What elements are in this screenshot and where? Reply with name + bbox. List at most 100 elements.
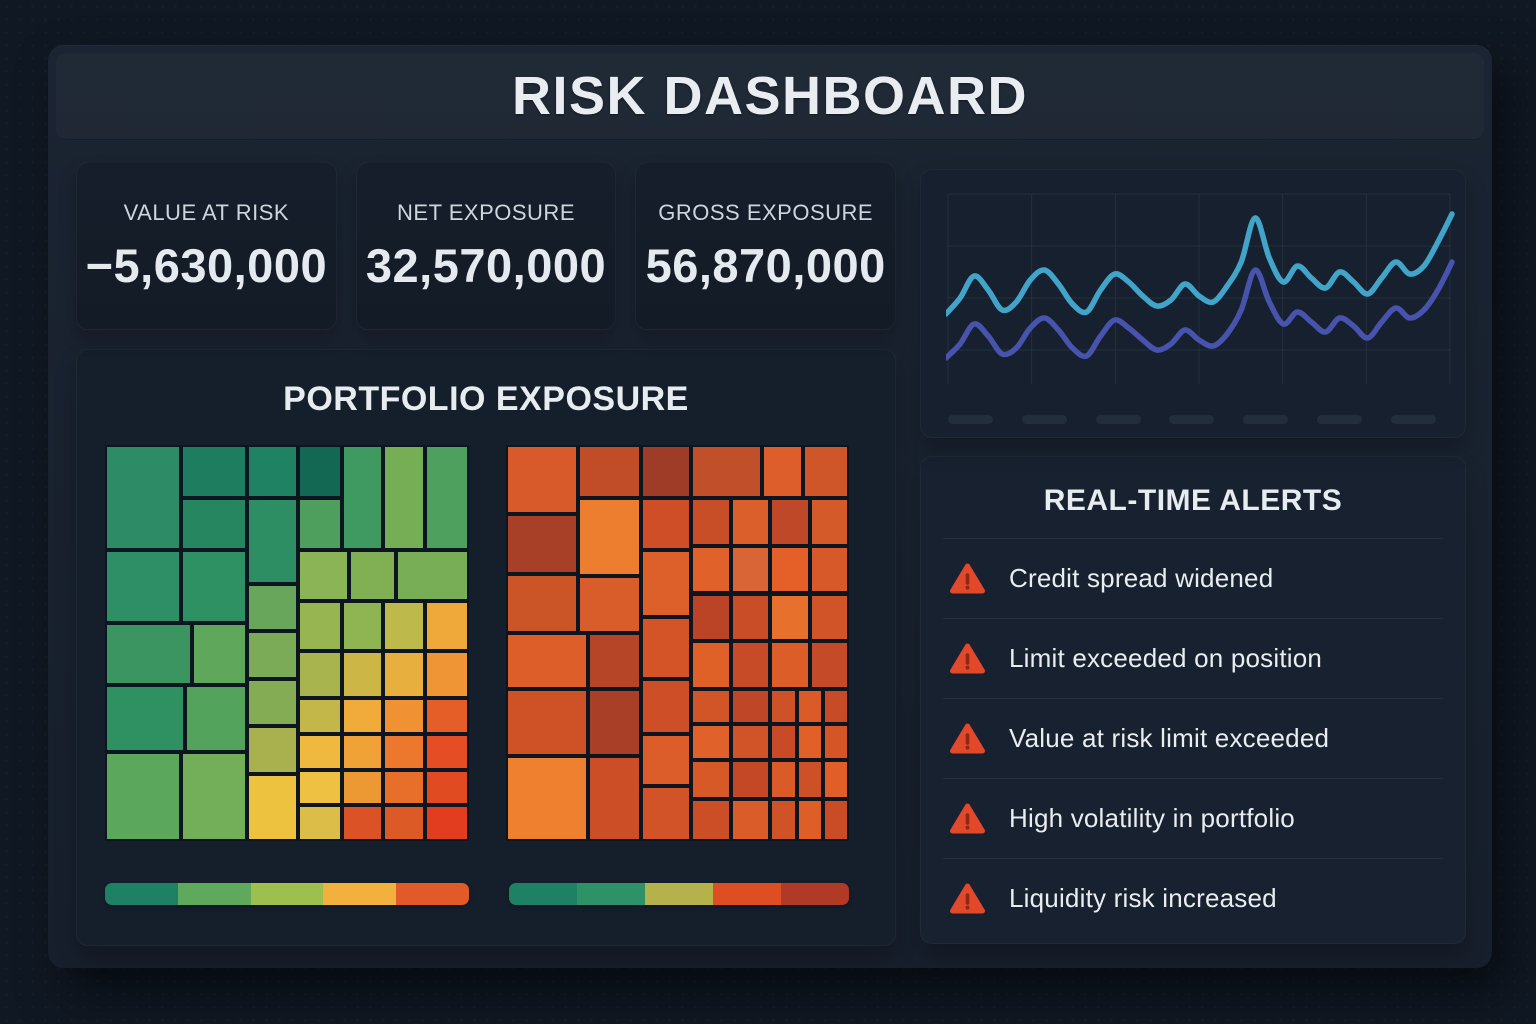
treemap-tile[interactable] (506, 633, 589, 689)
treemap-tile[interactable] (770, 724, 797, 760)
treemap-tile[interactable] (192, 623, 247, 685)
treemap-tile[interactable] (770, 799, 797, 841)
treemap-tile[interactable] (770, 688, 797, 725)
treemap-tile[interactable] (297, 498, 342, 550)
treemap-tile[interactable] (691, 498, 731, 546)
treemap-tile[interactable] (246, 445, 298, 499)
treemap-tile[interactable] (246, 726, 298, 774)
treemap-tile[interactable] (809, 498, 849, 546)
treemap-tile[interactable] (105, 549, 182, 624)
treemap-tile[interactable] (297, 769, 342, 806)
treemap-tile[interactable] (691, 445, 762, 499)
treemap-tile[interactable] (770, 759, 797, 800)
treemap-tile[interactable] (802, 445, 849, 499)
treemap-tile[interactable] (730, 759, 771, 800)
treemap-tile[interactable] (641, 549, 692, 618)
treemap-tile[interactable] (730, 799, 771, 841)
trend-chart[interactable] (946, 192, 1456, 404)
treemap-tile[interactable] (425, 734, 469, 770)
treemap-tile[interactable] (396, 549, 469, 602)
treemap-tile[interactable] (796, 688, 823, 725)
treemap-tile[interactable] (181, 751, 247, 841)
treemap-tile[interactable] (383, 805, 426, 841)
treemap-tile[interactable] (297, 650, 342, 699)
treemap-tile[interactable] (691, 688, 731, 725)
treemap-tile[interactable] (341, 445, 384, 550)
alert-row[interactable]: Value at risk limit exceeded (943, 698, 1443, 778)
treemap-tile[interactable] (341, 734, 384, 770)
treemap-tile[interactable] (341, 769, 384, 806)
treemap-tile[interactable] (105, 623, 193, 685)
treemap-tile[interactable] (105, 684, 186, 752)
treemap-tile[interactable] (425, 698, 469, 735)
alert-row[interactable]: Credit spread widened (943, 538, 1443, 618)
treemap-tile[interactable] (185, 684, 247, 752)
treemap-tile[interactable] (809, 593, 849, 642)
treemap-tile[interactable] (796, 799, 823, 841)
treemap-tile[interactable] (425, 445, 469, 550)
treemap-tile[interactable] (246, 678, 298, 727)
treemap-tile[interactable] (770, 545, 810, 594)
treemap-tile[interactable] (181, 445, 247, 499)
treemap-tile[interactable] (297, 734, 342, 770)
treemap-tile[interactable] (105, 445, 182, 550)
treemap-tile[interactable] (297, 601, 342, 651)
treemap-tile[interactable] (383, 650, 426, 699)
treemap-tile[interactable] (641, 498, 692, 550)
treemap-tile[interactable] (691, 593, 731, 642)
treemap-tile[interactable] (425, 650, 469, 699)
treemap-tile[interactable] (246, 498, 298, 584)
treemap-tile[interactable] (297, 698, 342, 735)
treemap-tile[interactable] (809, 545, 849, 594)
treemap-tile[interactable] (383, 734, 426, 770)
treemap-tile[interactable] (383, 601, 426, 651)
treemap-tile[interactable] (822, 688, 849, 725)
treemap-tile[interactable] (691, 799, 731, 841)
treemap-tile[interactable] (770, 498, 810, 546)
treemap-tile[interactable] (297, 805, 342, 841)
treemap-tile[interactable] (691, 724, 731, 760)
treemap-tile[interactable] (341, 805, 384, 841)
treemap-tile[interactable] (297, 549, 349, 602)
treemap-tile[interactable] (383, 445, 426, 550)
treemap-tile[interactable] (578, 575, 642, 634)
treemap-tile[interactable] (181, 549, 247, 624)
treemap-tile[interactable] (297, 445, 342, 499)
treemap-tile[interactable] (348, 549, 397, 602)
treemap-tile[interactable] (691, 641, 731, 689)
treemap-tile[interactable] (730, 545, 771, 594)
treemap-tile[interactable] (506, 445, 579, 515)
treemap-tile[interactable] (578, 445, 642, 499)
treemap-tile[interactable] (588, 633, 642, 689)
treemap-tile[interactable] (730, 641, 771, 689)
treemap-tile[interactable] (246, 773, 298, 841)
treemap-tile[interactable] (341, 698, 384, 735)
treemap-tile[interactable] (822, 759, 849, 800)
treemap-tile[interactable] (809, 641, 849, 689)
treemap-tile[interactable] (641, 678, 692, 735)
treemap-tile[interactable] (770, 593, 810, 642)
treemap-tile[interactable] (588, 688, 642, 756)
treemap-tile[interactable] (588, 755, 642, 841)
treemap-tile[interactable] (730, 498, 771, 546)
treemap-tile[interactable] (506, 573, 579, 634)
alert-row[interactable]: Limit exceeded on position (943, 618, 1443, 698)
treemap-tile[interactable] (641, 617, 692, 679)
treemap-tile[interactable] (506, 688, 589, 756)
treemap-tile[interactable] (641, 785, 692, 841)
treemap-tile[interactable] (506, 514, 579, 574)
treemap-tile[interactable] (641, 734, 692, 786)
treemap-tile[interactable] (770, 641, 810, 689)
treemap-tile[interactable] (822, 799, 849, 841)
treemap-tile[interactable] (425, 805, 469, 841)
treemap-tile[interactable] (246, 631, 298, 679)
treemap-tile[interactable] (761, 445, 803, 499)
alert-row[interactable]: High volatility in portfolio (943, 778, 1443, 858)
treemap-tile[interactable] (383, 769, 426, 806)
treemap-tile[interactable] (181, 498, 247, 550)
treemap-tile[interactable] (425, 769, 469, 806)
treemap-tile[interactable] (105, 751, 182, 841)
treemap-tile[interactable] (246, 583, 298, 632)
treemap-tile[interactable] (691, 759, 731, 800)
treemap-tile[interactable] (341, 601, 384, 651)
